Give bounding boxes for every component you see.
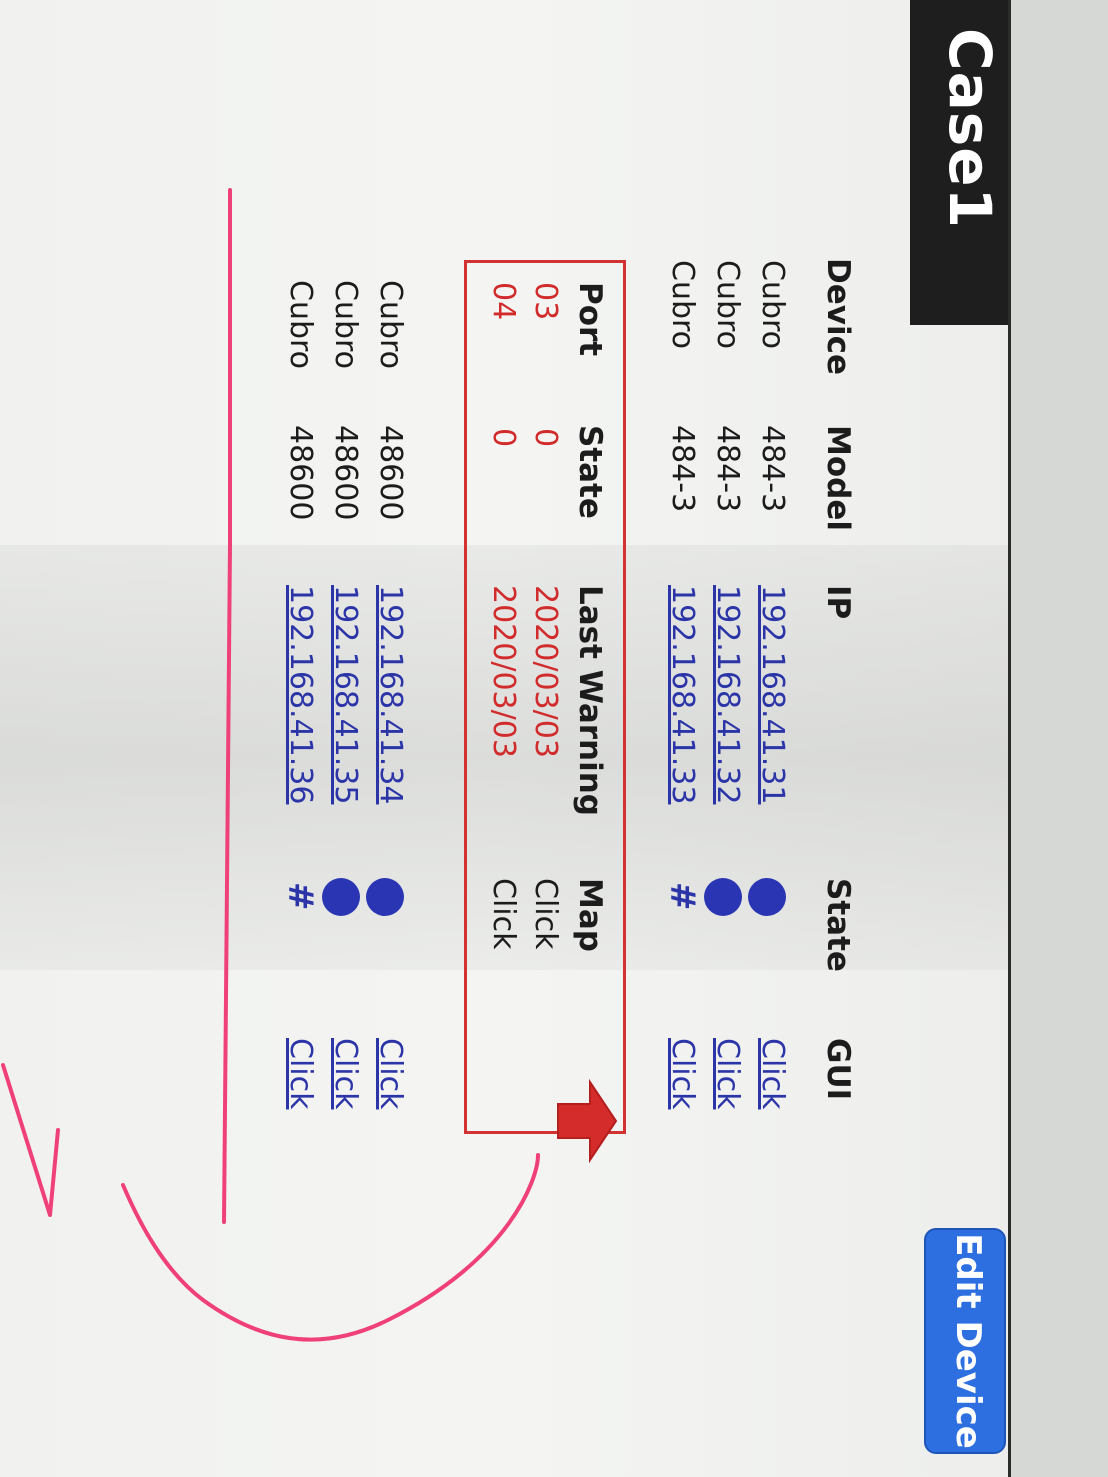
pink-pen-curve	[121, 1153, 540, 1342]
pink-pen-arrowhead	[1, 1063, 60, 1217]
pink-pen-stroke	[222, 188, 232, 1224]
left-arrow-icon	[557, 1078, 618, 1164]
annotation-layer	[1, 188, 618, 1342]
rotated-page: Case1 Edit Device Device Model IP State …	[0, 0, 1108, 1477]
